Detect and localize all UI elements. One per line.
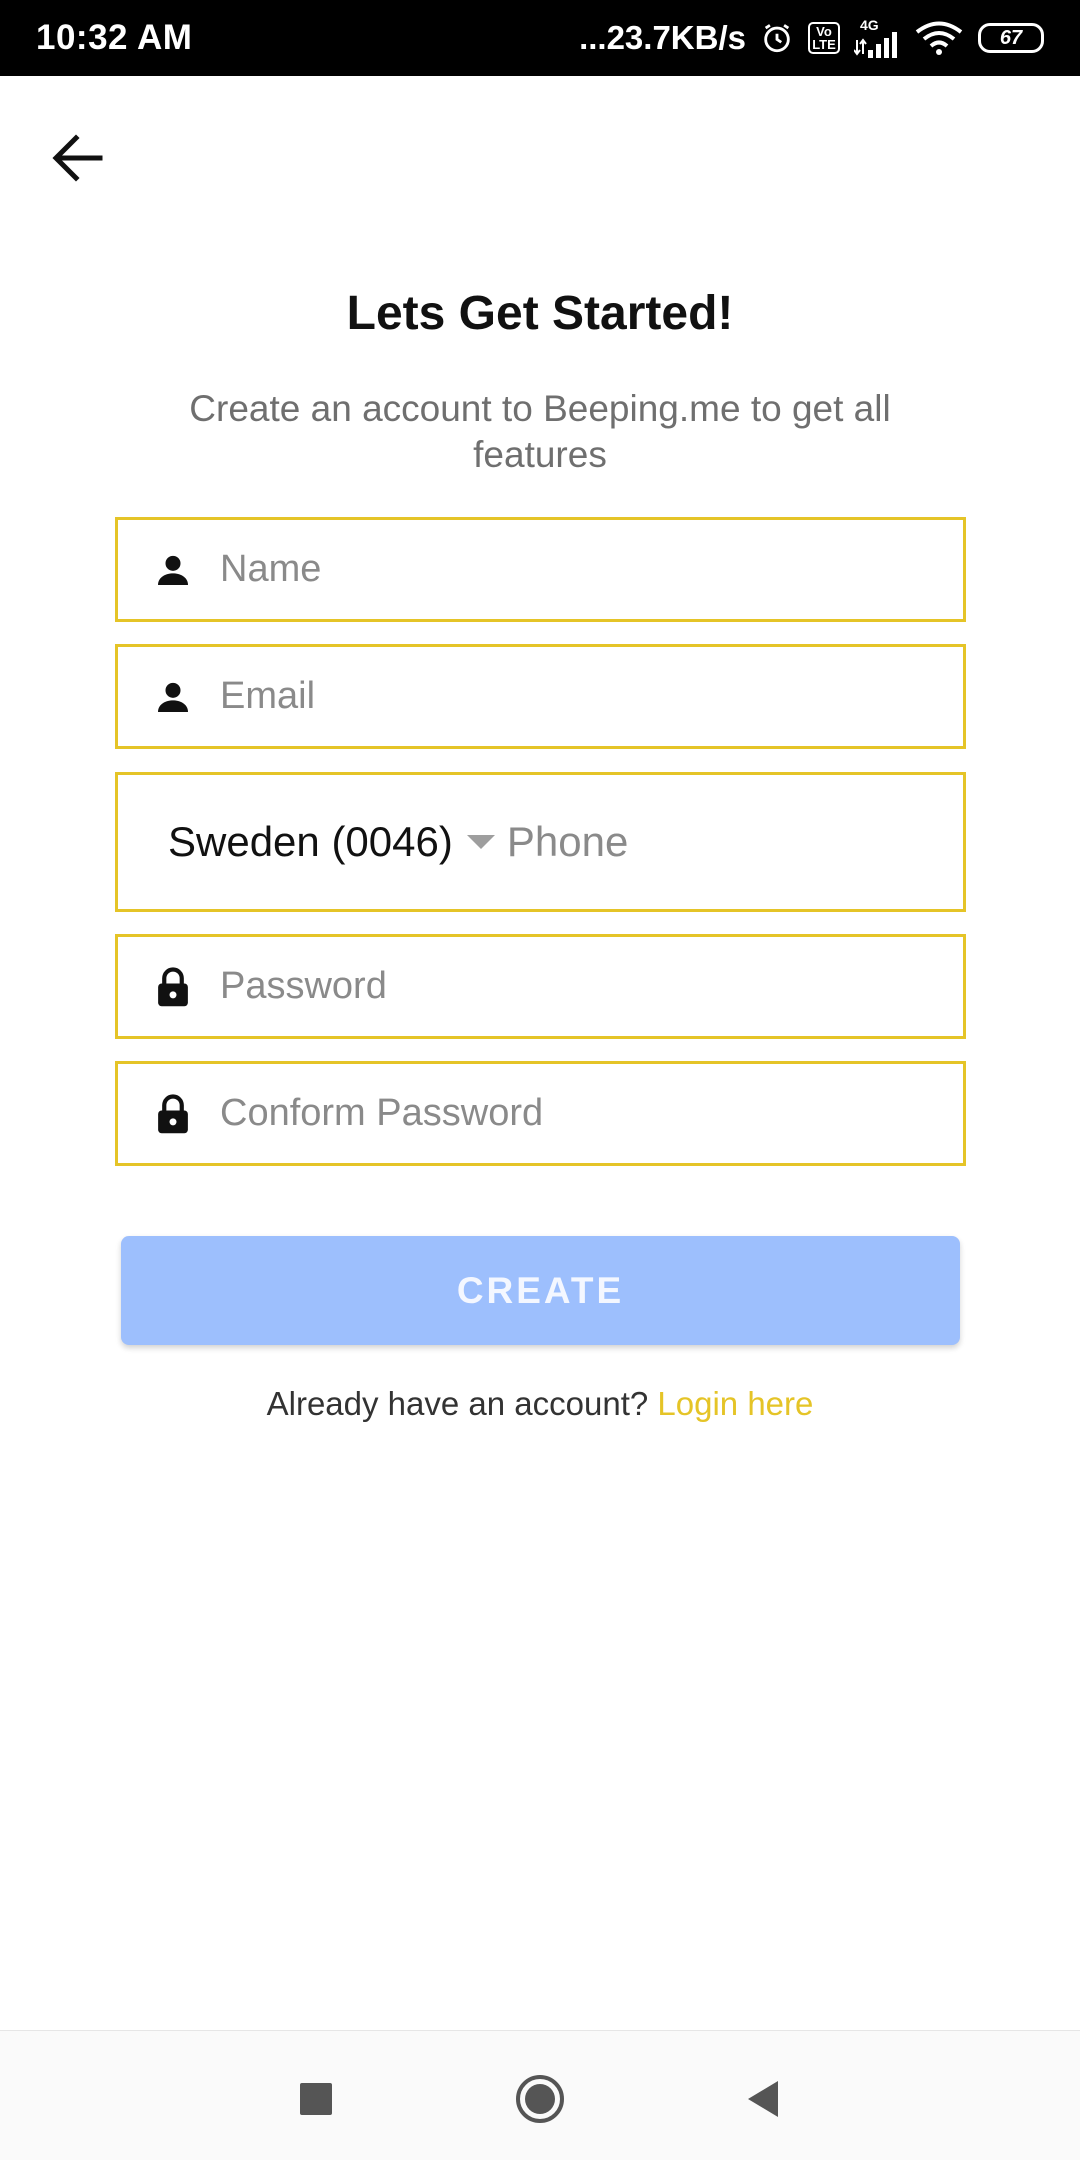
status-bar: 10:32 AM ...23.7KB/s Vo LTE 4G 67 <box>0 0 1080 76</box>
recents-button[interactable] <box>288 2071 344 2127</box>
triangle-back-icon <box>748 2081 778 2117</box>
circle-icon <box>516 2075 564 2123</box>
volte-icon: Vo LTE <box>808 22 840 54</box>
confirm-password-field[interactable] <box>115 1061 966 1166</box>
create-button[interactable]: CREATE <box>121 1236 960 1345</box>
battery-level: 67 <box>999 26 1023 49</box>
person-icon <box>148 672 198 722</box>
back-button[interactable] <box>48 128 108 188</box>
back-nav-button[interactable] <box>736 2071 792 2127</box>
login-prompt: Already have an account? Login here <box>0 1385 1080 1423</box>
phone-field[interactable]: Sweden (0046) <box>115 772 1048 912</box>
alarm-icon <box>760 21 794 55</box>
email-field[interactable] <box>115 644 966 749</box>
person-icon <box>148 545 198 595</box>
arrow-left-icon <box>52 134 103 182</box>
name-field[interactable] <box>115 517 966 622</box>
volte-bottom: LTE <box>812 37 836 52</box>
login-link[interactable]: Login here <box>657 1385 813 1422</box>
already-have-account-text: Already have an account? <box>266 1385 649 1422</box>
page-title: Lets Get Started! <box>346 287 734 340</box>
network-speed: ...23.7KB/s <box>579 19 746 56</box>
country-code-select[interactable]: Sweden (0046) <box>168 818 453 866</box>
status-icons: ...23.7KB/s Vo LTE 4G 67 <box>579 18 1044 58</box>
wifi-icon <box>914 21 964 55</box>
network-type: 4G <box>860 17 879 33</box>
square-icon <box>300 2083 332 2115</box>
home-button[interactable] <box>512 2071 568 2127</box>
battery-icon: 67 <box>978 23 1044 53</box>
system-nav-bar <box>0 2030 1080 2160</box>
password-input[interactable] <box>220 937 963 1036</box>
signup-screen: 10:32 AM ...23.7KB/s Vo LTE 4G 67 Lets G… <box>0 0 1080 2160</box>
email-input[interactable] <box>220 647 963 746</box>
status-time: 10:32 AM <box>36 18 193 57</box>
caret-down-icon[interactable] <box>466 835 495 849</box>
lock-icon <box>148 1089 198 1139</box>
confirm-password-input[interactable] <box>220 1064 963 1163</box>
lock-icon <box>148 962 198 1012</box>
page-subtitle: Create an account to Beeping.me to get a… <box>189 388 891 475</box>
phone-input[interactable] <box>506 775 1048 909</box>
signal-icon: 4G <box>854 18 900 58</box>
name-input[interactable] <box>220 520 963 619</box>
password-field[interactable] <box>115 934 966 1039</box>
